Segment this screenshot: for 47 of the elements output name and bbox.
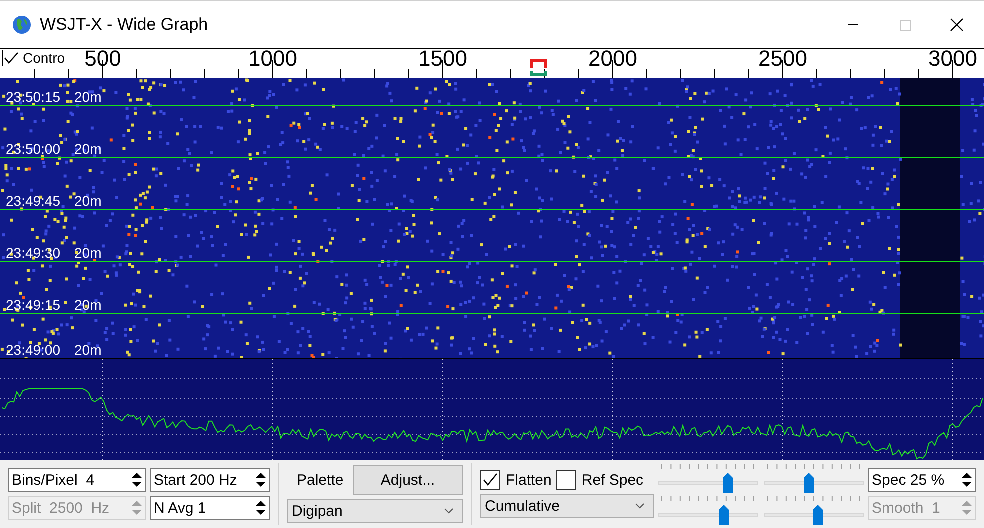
flatten-checkbox[interactable]: Flatten xyxy=(480,470,552,490)
band-label: 20m xyxy=(74,89,102,105)
control-checkbox[interactable]: Contro xyxy=(2,50,68,66)
band-label: 20m xyxy=(74,193,102,209)
frequency-label: 2000 xyxy=(588,46,638,72)
timestamp-label: 23:49:30 xyxy=(6,245,60,261)
palette-label: Palette xyxy=(296,472,344,488)
timestamp-label: 23:49:45 xyxy=(6,193,60,209)
spin-arrows-icon[interactable] xyxy=(255,498,267,518)
frequency-label: 1000 xyxy=(248,46,298,72)
chevron-down-icon xyxy=(635,503,645,509)
n-avg-spinbox[interactable]: N Avg 1 xyxy=(150,496,270,520)
globe-icon xyxy=(12,14,32,34)
check-icon xyxy=(3,50,19,66)
slider[interactable] xyxy=(764,505,864,525)
slider-thumb[interactable] xyxy=(719,505,729,525)
timestamp-label: 23:49:15 xyxy=(6,297,60,313)
ref-spec-checkbox[interactable]: Ref Spec xyxy=(556,470,644,490)
frequency-label: 1500 xyxy=(418,46,468,72)
chevron-down-icon xyxy=(444,508,454,514)
adjust-button[interactable]: Adjust... xyxy=(353,465,463,495)
slider[interactable] xyxy=(764,473,864,493)
slider[interactable] xyxy=(658,473,758,493)
palette-dropdown[interactable]: Digipan xyxy=(287,499,463,523)
window-title: WSJT-X - Wide Graph xyxy=(40,14,208,34)
spin-arrows-icon[interactable] xyxy=(131,470,143,490)
timestamp-label: 23:49:00 xyxy=(6,342,60,358)
spin-arrows-icon[interactable] xyxy=(961,470,973,490)
frequency-label: 2500 xyxy=(758,46,808,72)
bins-per-pixel-spinbox[interactable]: Bins/Pixel 4 xyxy=(8,468,146,492)
timestamp-label: 23:50:15 xyxy=(6,89,60,105)
band-label: 20m xyxy=(74,342,102,358)
start-spinbox[interactable]: Start 200 Hz xyxy=(150,468,270,492)
band-label: 20m xyxy=(74,141,102,157)
slider-thumb[interactable] xyxy=(723,473,733,493)
band-label: 20m xyxy=(74,297,102,313)
spectrum-type-dropdown[interactable]: Cumulative xyxy=(480,494,654,518)
band-label: 20m xyxy=(74,245,102,261)
slider-thumb[interactable] xyxy=(813,505,823,525)
frequency-label: 3000 xyxy=(928,46,978,72)
slider-thumb[interactable] xyxy=(804,473,814,493)
spec-spinbox[interactable]: Spec 25 % xyxy=(868,468,976,492)
frequency-label: 500 xyxy=(84,46,122,72)
slider[interactable] xyxy=(658,505,758,525)
timestamp-label: 23:50:00 xyxy=(6,141,60,157)
frequency-marker-icon xyxy=(530,59,548,77)
spin-arrows-icon[interactable] xyxy=(255,470,267,490)
